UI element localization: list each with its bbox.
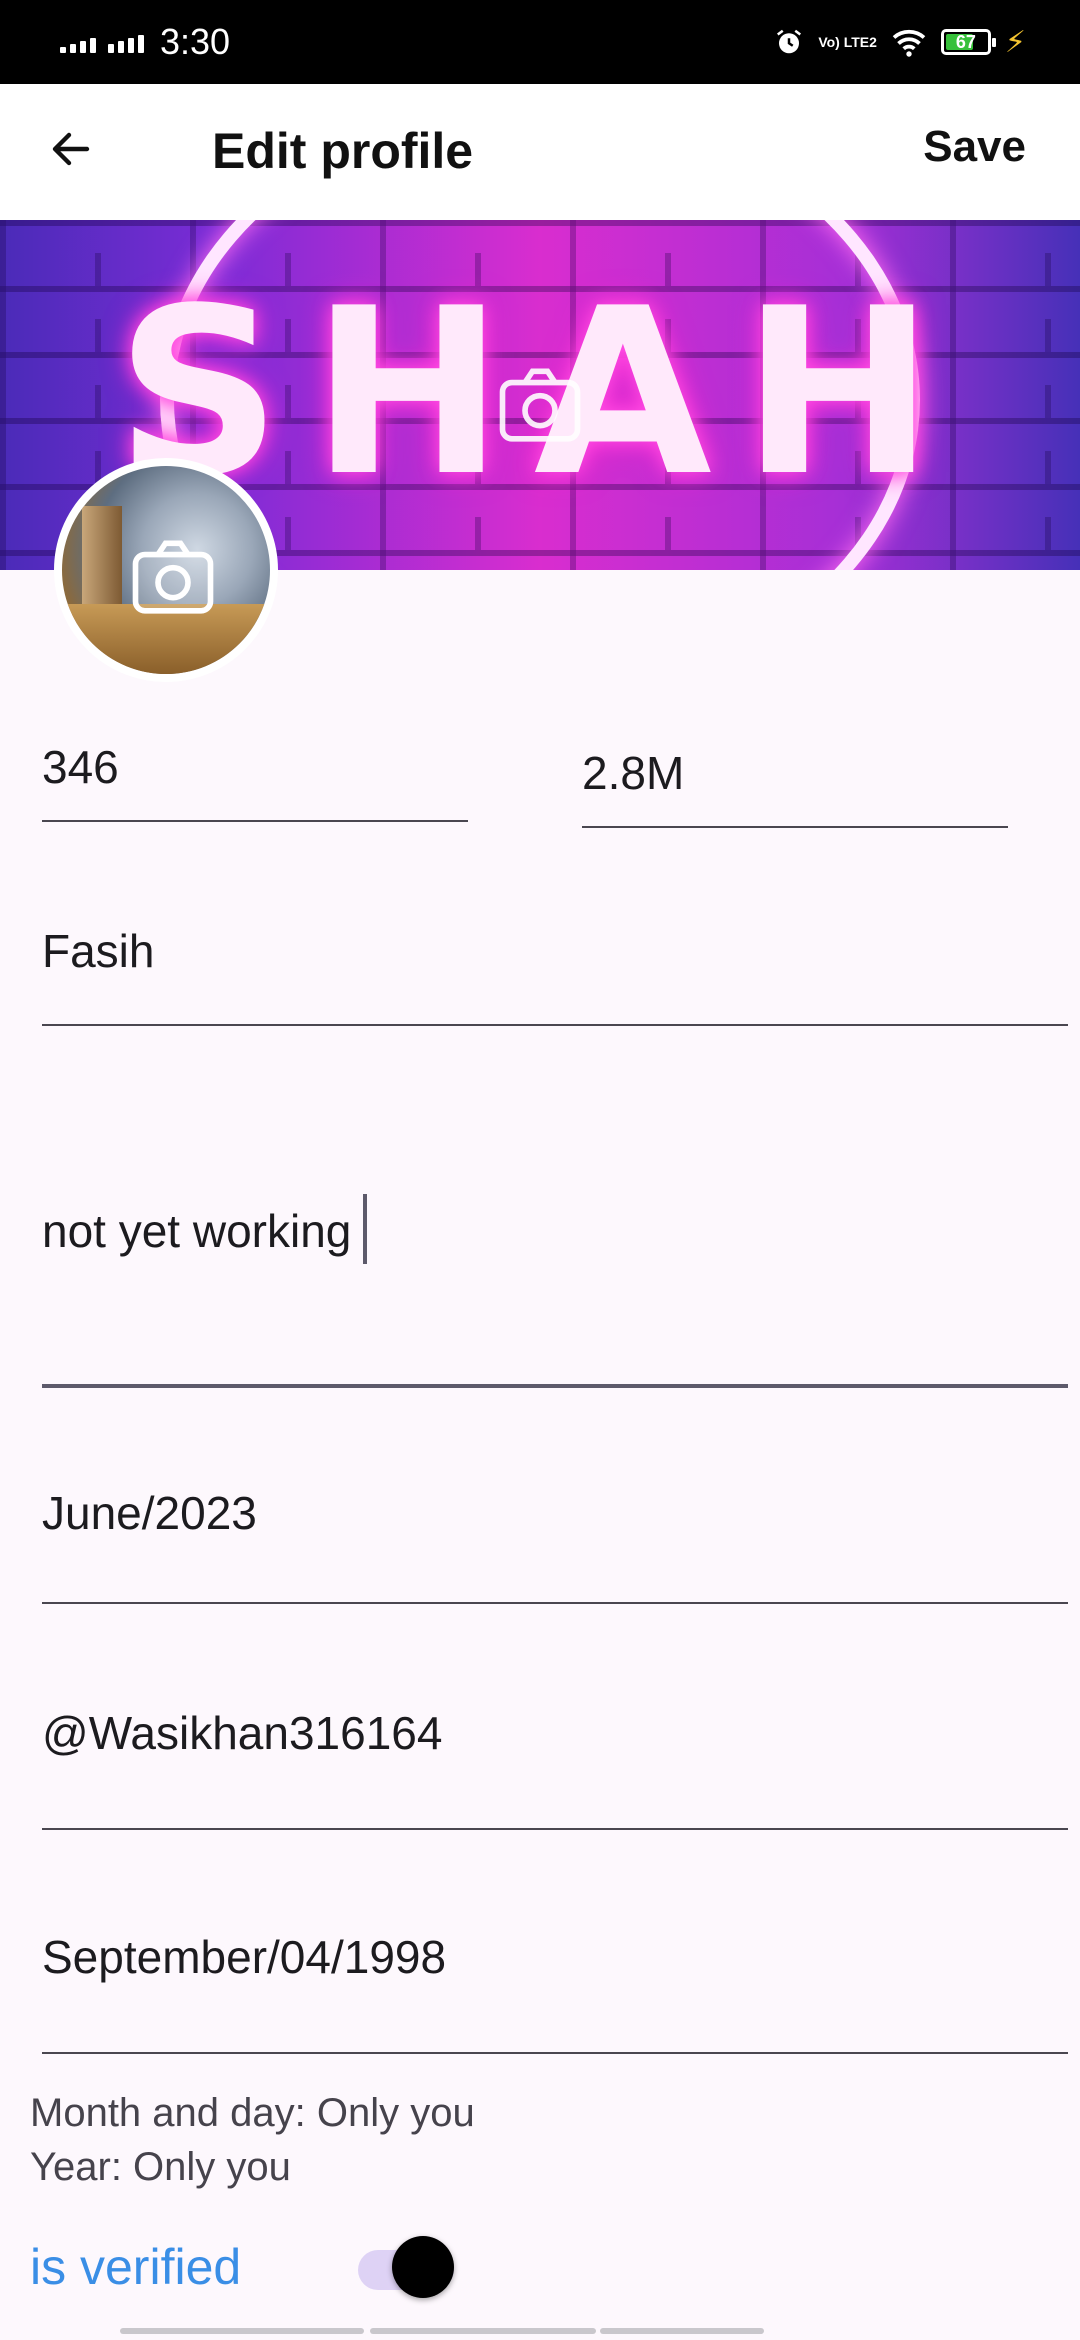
app-bar: Edit profile Save — [0, 84, 1080, 220]
status-bar: 3:30 Vo) LTE2 67 ⚡ — [0, 0, 1080, 84]
indicator-segment — [370, 2328, 596, 2334]
signal-icon — [60, 31, 96, 53]
save-button[interactable]: Save — [923, 122, 1026, 172]
arrow-left-icon — [52, 132, 90, 166]
battery-icon: 67 — [940, 29, 996, 55]
verified-label: is verified — [30, 2239, 242, 2295]
following-field[interactable]: 2.8M — [582, 746, 1008, 828]
status-left: 3:30 — [60, 21, 231, 62]
birth-date-value: September/04/1998 — [42, 1931, 447, 1983]
bio-value: not yet working — [42, 1205, 352, 1257]
privacy-month-day: Month and day: Only you — [30, 2091, 475, 2135]
avatar[interactable] — [54, 458, 278, 682]
bio-value-row: not yet working — [42, 1193, 1068, 1270]
birth-date-field[interactable]: September/04/1998 — [42, 1930, 1068, 2054]
field-underline — [42, 2052, 1068, 2054]
status-right: Vo) LTE2 67 ⚡ — [774, 22, 1026, 62]
field-underline — [42, 820, 468, 822]
charging-icon: ⚡ — [1004, 25, 1026, 59]
back-button[interactable] — [36, 114, 106, 184]
field-underline — [42, 1828, 1068, 1830]
bottom-indicators — [120, 2328, 960, 2336]
name-value: Fasih — [42, 925, 155, 977]
privacy-year: Year: Only you — [30, 2145, 291, 2189]
edit-profile-screen: 3:30 Vo) LTE2 67 ⚡ Edit profile Save SHA… — [0, 0, 1080, 2340]
indicator-segment — [600, 2328, 764, 2334]
toggle-thumb — [392, 2236, 454, 2298]
signal-icon — [108, 31, 144, 53]
field-underline — [42, 1602, 1068, 1604]
text-cursor — [363, 1193, 368, 1264]
camera-icon[interactable] — [495, 360, 585, 450]
followers-value: 346 — [42, 741, 119, 793]
birth-date-privacy-note: Month and day: Only you Year: Only you — [30, 2086, 475, 2194]
followers-field[interactable]: 346 — [42, 740, 468, 822]
field-underline — [42, 1384, 1068, 1388]
camera-icon[interactable] — [128, 532, 218, 622]
page-title: Edit profile — [212, 123, 474, 179]
alarm-icon — [777, 29, 802, 54]
joined-value: June/2023 — [42, 1487, 257, 1539]
handle-field[interactable]: @Wasikhan316164 — [42, 1706, 1068, 1830]
lte-icon: Vo) LTE2 — [818, 34, 877, 50]
field-underline — [42, 1024, 1068, 1026]
joined-field[interactable]: June/2023 — [42, 1486, 1068, 1604]
handle-value: @Wasikhan316164 — [42, 1707, 443, 1759]
status-time: 3:30 — [160, 21, 231, 62]
following-value: 2.8M — [582, 747, 685, 799]
wifi-icon — [892, 29, 926, 57]
indicator-segment — [120, 2328, 364, 2334]
bio-field[interactable]: not yet working — [42, 1193, 1068, 1388]
battery-level: 67 — [955, 31, 976, 52]
field-underline — [582, 826, 1008, 828]
name-field[interactable]: Fasih — [42, 924, 1068, 1026]
verified-toggle[interactable] — [358, 2236, 458, 2302]
